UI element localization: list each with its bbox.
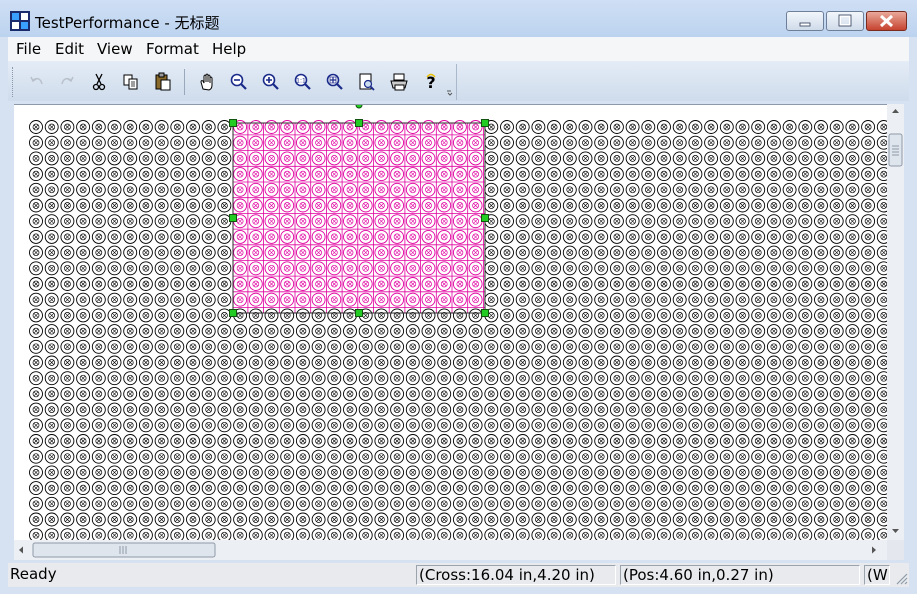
- vertical-scroll-thumb[interactable]: [888, 133, 903, 167]
- symbol-grid[interactable]: [14, 105, 887, 541]
- horizontal-scrollbar[interactable]: [14, 540, 887, 560]
- maximize-button[interactable]: [826, 11, 864, 31]
- resize-handle[interactable]: [229, 309, 237, 317]
- print-icon[interactable]: [388, 71, 410, 93]
- drawing-canvas[interactable]: [14, 104, 887, 541]
- window-title: TestPerformance - 无标题: [35, 14, 220, 32]
- resize-handle[interactable]: [355, 119, 363, 127]
- help-icon[interactable]: ?: [420, 71, 442, 93]
- rotate-handle[interactable]: [355, 105, 363, 109]
- status-bar: Ready (Cross:16.04 in,4.20 in) (Pos:4.60…: [8, 563, 909, 587]
- horizontal-scroll-thumb[interactable]: [32, 542, 216, 558]
- resize-handle[interactable]: [229, 214, 237, 222]
- toolbar-separator: [184, 69, 185, 95]
- status-position: (Pos:4.60 in,0.27 in): [620, 565, 860, 585]
- application-window: TestPerformance - 无标题 File Edit View For…: [0, 0, 917, 594]
- zoom-actual-icon[interactable]: 1:1: [292, 71, 314, 93]
- app-logo-icon: [10, 11, 30, 31]
- print-preview-icon[interactable]: [356, 71, 378, 93]
- status-ready: Ready: [10, 565, 57, 583]
- resize-handle[interactable]: [481, 309, 489, 317]
- menu-help[interactable]: Help: [212, 40, 246, 58]
- toolbar-overflow-icon[interactable]: [446, 89, 454, 97]
- paste-icon[interactable]: [152, 71, 174, 93]
- menu-view[interactable]: View: [97, 40, 133, 58]
- minimize-icon: [799, 22, 811, 27]
- scroll-down-arrow-icon[interactable]: [892, 529, 899, 533]
- resize-handle[interactable]: [481, 214, 489, 222]
- resize-handle[interactable]: [355, 309, 363, 317]
- vertical-scrollbar[interactable]: [887, 104, 904, 540]
- scroll-right-arrow-icon[interactable]: [872, 546, 876, 554]
- toolbar: 1:1 ?: [8, 61, 909, 101]
- title-bar[interactable]: TestPerformance - 无标题: [0, 0, 917, 37]
- pan-hand-icon[interactable]: [196, 71, 218, 93]
- menu-edit[interactable]: Edit: [55, 40, 84, 58]
- minimize-button[interactable]: [786, 11, 824, 31]
- zoom-fit-icon[interactable]: [324, 71, 346, 93]
- copy-icon[interactable]: [120, 71, 142, 93]
- symbol-cells[interactable]: [29, 120, 888, 542]
- zoom-in-icon[interactable]: [260, 71, 282, 93]
- close-button[interactable]: [866, 11, 907, 31]
- redo-icon[interactable]: [56, 71, 78, 93]
- scroll-up-arrow-icon[interactable]: [892, 109, 899, 113]
- status-extra: (W: [864, 565, 890, 585]
- resize-handle[interactable]: [229, 119, 237, 127]
- scroll-left-arrow-icon[interactable]: [19, 546, 23, 554]
- cut-icon[interactable]: [88, 71, 110, 93]
- zoom-out-icon[interactable]: [228, 71, 250, 93]
- status-cross-coordinates: (Cross:16.04 in,4.20 in): [416, 565, 616, 585]
- resize-handle[interactable]: [481, 119, 489, 127]
- resize-grip-icon[interactable]: [894, 571, 908, 585]
- close-icon: [879, 14, 894, 28]
- svg-text:1:1: 1:1: [296, 78, 306, 85]
- menu-bar: File Edit View Format Help: [8, 37, 909, 61]
- menu-format[interactable]: Format: [146, 40, 199, 58]
- menu-file[interactable]: File: [16, 40, 41, 58]
- scrollbar-corner: [887, 540, 904, 560]
- undo-icon[interactable]: [26, 71, 48, 93]
- maximize-icon: [838, 14, 852, 27]
